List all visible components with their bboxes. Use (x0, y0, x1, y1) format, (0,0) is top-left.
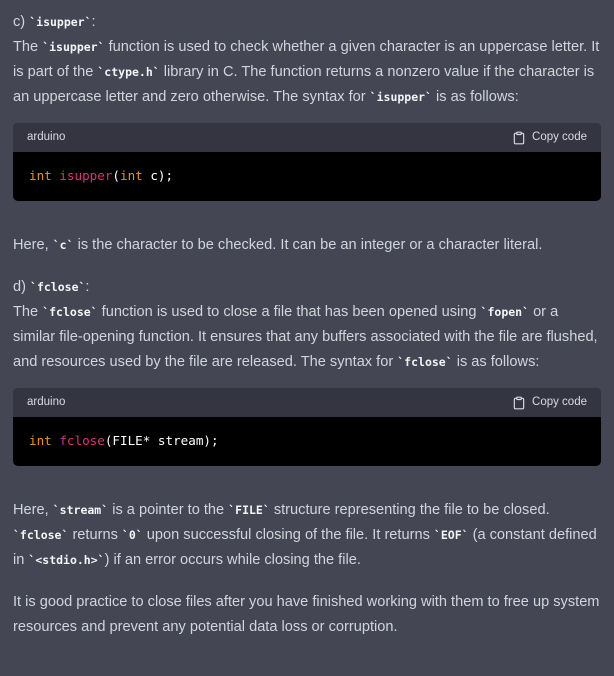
code-body: int isupper(int c); (13, 152, 601, 201)
paragraph-isupper-desc: The `isupper` function is used to check … (13, 35, 601, 110)
inline-code: `ctype.h` (97, 65, 160, 79)
code-token: isupper (59, 168, 113, 183)
copy-code-button[interactable]: Copy code (512, 388, 587, 417)
code-block-header: arduino Copy code (13, 388, 601, 417)
text-run: is a pointer to the (108, 502, 229, 518)
inline-code: `fclose` (397, 355, 453, 369)
text-run: Here, (13, 502, 53, 518)
inline-code: `<stdio.h>` (28, 553, 105, 567)
text-run: is the character to be checked. It can b… (73, 237, 543, 253)
code-language-label: arduino (27, 396, 66, 408)
text-run: The (13, 304, 43, 320)
code-language-label: arduino (27, 131, 66, 143)
inline-code: `EOF` (433, 528, 469, 542)
text-run: returns (68, 527, 122, 543)
inline-code: `fclose` (30, 280, 86, 294)
text-run: The (13, 39, 43, 55)
text-run: ) if an error occurs while closing the f… (104, 552, 361, 568)
inline-code: `stream` (52, 503, 109, 517)
section-heading-isupper: c) `isupper`: (13, 14, 96, 30)
message-content: c) `isupper`: The `isupper` function is … (0, 0, 614, 640)
copy-code-button[interactable]: Copy code (512, 123, 587, 152)
inline-code: `fclose` (42, 305, 98, 319)
inline-code: `isupper` (369, 90, 432, 104)
code-token: int (29, 168, 52, 183)
text-run: structure representing the file to be cl… (269, 502, 550, 518)
inline-code: `fclose` (13, 528, 69, 542)
clipboard-icon (512, 396, 526, 410)
code-block-fclose: arduino Copy code int fclose(FILE* strea… (13, 388, 601, 466)
copy-code-label: Copy code (532, 396, 587, 408)
text-run: function is used to close a file that ha… (97, 304, 481, 320)
paragraph-fclose-note: Here, `stream` is a pointer to the `FILE… (13, 498, 601, 573)
code-token: int (120, 168, 143, 183)
text-run: Here, (13, 237, 53, 253)
paragraph-good-practice: It is good practice to close files after… (13, 594, 600, 635)
text-run: is as follows: (431, 89, 519, 105)
paragraph-isupper-note: Here, `c` is the character to be checked… (13, 233, 601, 258)
copy-code-label: Copy code (532, 131, 587, 143)
inline-code: `0` (121, 528, 143, 542)
code-block-isupper: arduino Copy code int isupper(int c); (13, 123, 601, 201)
text-run: is as follows: (452, 354, 540, 370)
code-token: (FILE* stream); (104, 433, 219, 448)
code-token: ( (112, 168, 121, 183)
code-token: fclose (59, 433, 105, 448)
inline-code: `isupper` (42, 40, 105, 54)
inline-code: `FILE` (228, 503, 270, 517)
code-block-header: arduino Copy code (13, 123, 601, 152)
paragraph-fclose-desc: The `fclose` function is used to close a… (13, 300, 601, 375)
section-heading-fclose: d) `fclose`: (13, 279, 90, 295)
inline-code: `isupper` (29, 15, 92, 29)
code-token: c); (142, 168, 174, 183)
inline-code: `fopen` (480, 305, 530, 319)
text-run: upon successful closing of the file. It … (142, 527, 434, 543)
clipboard-icon (512, 131, 526, 145)
code-body: int fclose(FILE* stream); (13, 417, 601, 466)
code-token: int (29, 433, 52, 448)
inline-code: `c` (52, 238, 74, 252)
